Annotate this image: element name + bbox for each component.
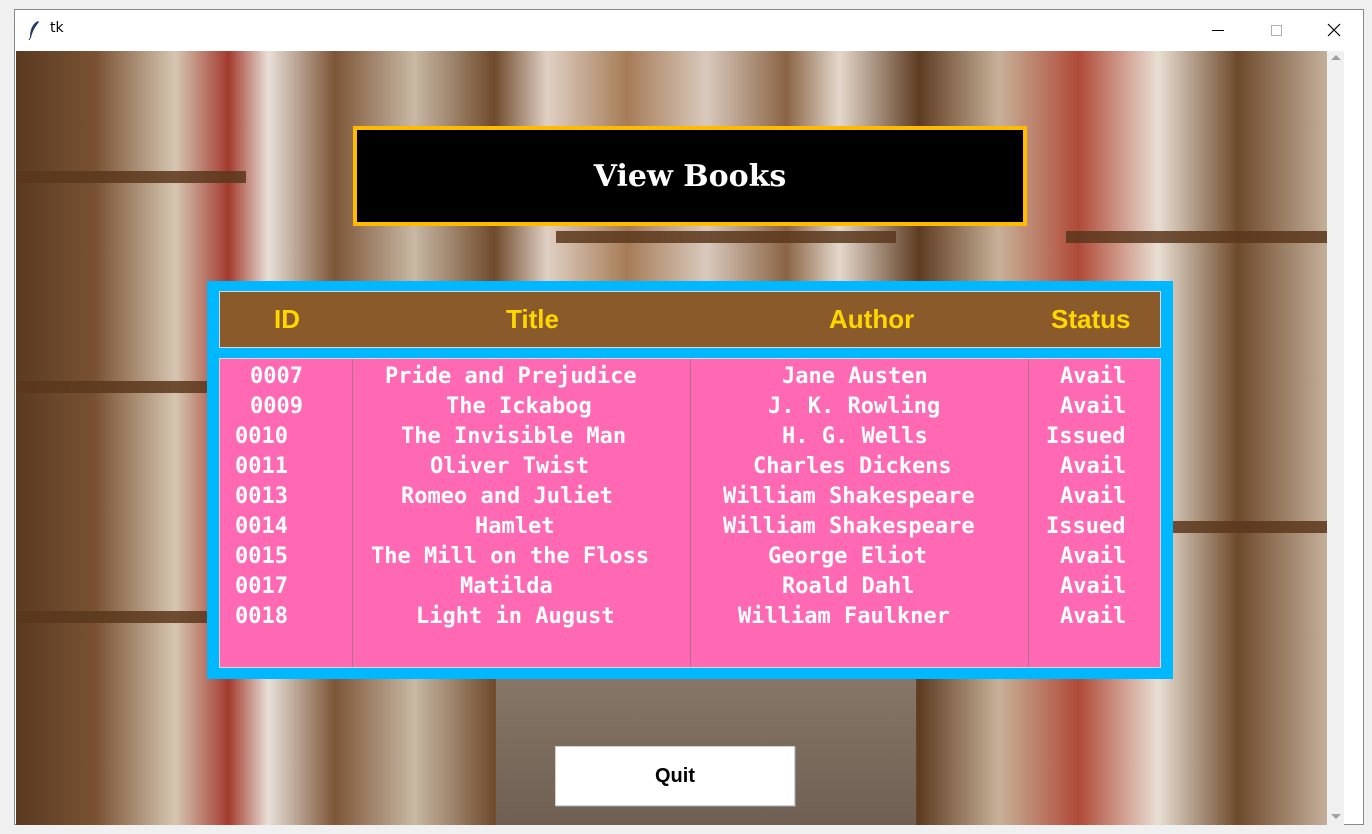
table-header: ID Title Author Status <box>219 291 1161 348</box>
close-icon <box>1327 23 1341 37</box>
cell-status: Avail <box>1060 364 1127 389</box>
column-header-title: Title <box>506 304 559 334</box>
cell-id: 0009 <box>250 394 303 419</box>
title-bar[interactable]: tk <box>15 10 1363 50</box>
scroll-up-icon[interactable] <box>1331 55 1341 60</box>
cell-author: Jane Austen <box>782 364 928 389</box>
close-button[interactable] <box>1305 10 1363 50</box>
minimize-button[interactable] <box>1189 10 1247 50</box>
cell-status: Avail <box>1060 574 1127 599</box>
table-body[interactable]: 0007 Pride and Prejudice Jane Austen Ava… <box>219 358 1161 668</box>
cell-title: Romeo and Juliet <box>401 484 613 509</box>
cell-title: The Ickabog <box>446 394 592 419</box>
column-header-id: ID <box>274 304 300 334</box>
column-header-author: Author <box>829 304 915 334</box>
cell-id: 0015 <box>235 544 288 569</box>
cell-author: Charles Dickens <box>753 454 952 479</box>
window-title: tk <box>50 20 64 36</box>
cell-author: J. K. Rowling <box>768 394 941 419</box>
cell-status: Avail <box>1060 484 1127 509</box>
cell-id: 0010 <box>235 424 288 449</box>
quit-button[interactable]: Quit <box>555 746 795 806</box>
minimize-icon <box>1212 29 1224 31</box>
scroll-down-icon[interactable] <box>1331 814 1341 819</box>
cell-title: Matilda <box>460 574 553 599</box>
cell-title: Hamlet <box>475 514 555 539</box>
cell-author: William Shakespeare <box>723 514 975 539</box>
cell-author: Roald Dahl <box>782 574 915 599</box>
cell-status: Avail <box>1060 394 1127 419</box>
column-header-status: Status <box>1051 304 1131 334</box>
cell-id: 0017 <box>235 574 288 599</box>
cell-title: The Mill on the Floss <box>371 544 650 569</box>
cell-status: Issued <box>1046 424 1126 449</box>
cell-title: The Invisible Man <box>401 424 627 449</box>
cell-author: William Faulkner <box>738 604 950 629</box>
cell-status: Avail <box>1060 604 1127 629</box>
cell-title: Oliver Twist <box>430 454 589 479</box>
cell-id: 0007 <box>250 364 303 389</box>
cell-status: Avail <box>1060 544 1127 569</box>
maximize-button[interactable] <box>1247 10 1305 50</box>
app-window: tk View Books ID Title Author Status 000… <box>14 9 1364 825</box>
cell-id: 0018 <box>235 604 288 629</box>
cell-id: 0011 <box>235 454 288 479</box>
books-list-frame: ID Title Author Status 0007 Pride and Pr… <box>207 281 1173 679</box>
cell-author: William Shakespeare <box>723 484 975 509</box>
cell-title: Light in August <box>416 604 615 629</box>
vertical-scrollbar[interactable] <box>1327 51 1344 825</box>
cell-id: 0014 <box>235 514 288 539</box>
cell-status: Issued <box>1046 514 1126 539</box>
maximize-icon <box>1270 24 1282 36</box>
cell-id: 0013 <box>235 484 288 509</box>
cell-status: Avail <box>1060 454 1127 479</box>
cell-author: H. G. Wells <box>782 424 928 449</box>
cell-author: George Eliot <box>768 544 927 569</box>
feather-icon <box>28 21 39 40</box>
page-title: View Books <box>593 158 787 194</box>
cell-title: Pride and Prejudice <box>385 364 637 389</box>
heading-frame: View Books <box>353 126 1027 226</box>
canvas-area: View Books ID Title Author Status 0007 P… <box>16 51 1344 825</box>
